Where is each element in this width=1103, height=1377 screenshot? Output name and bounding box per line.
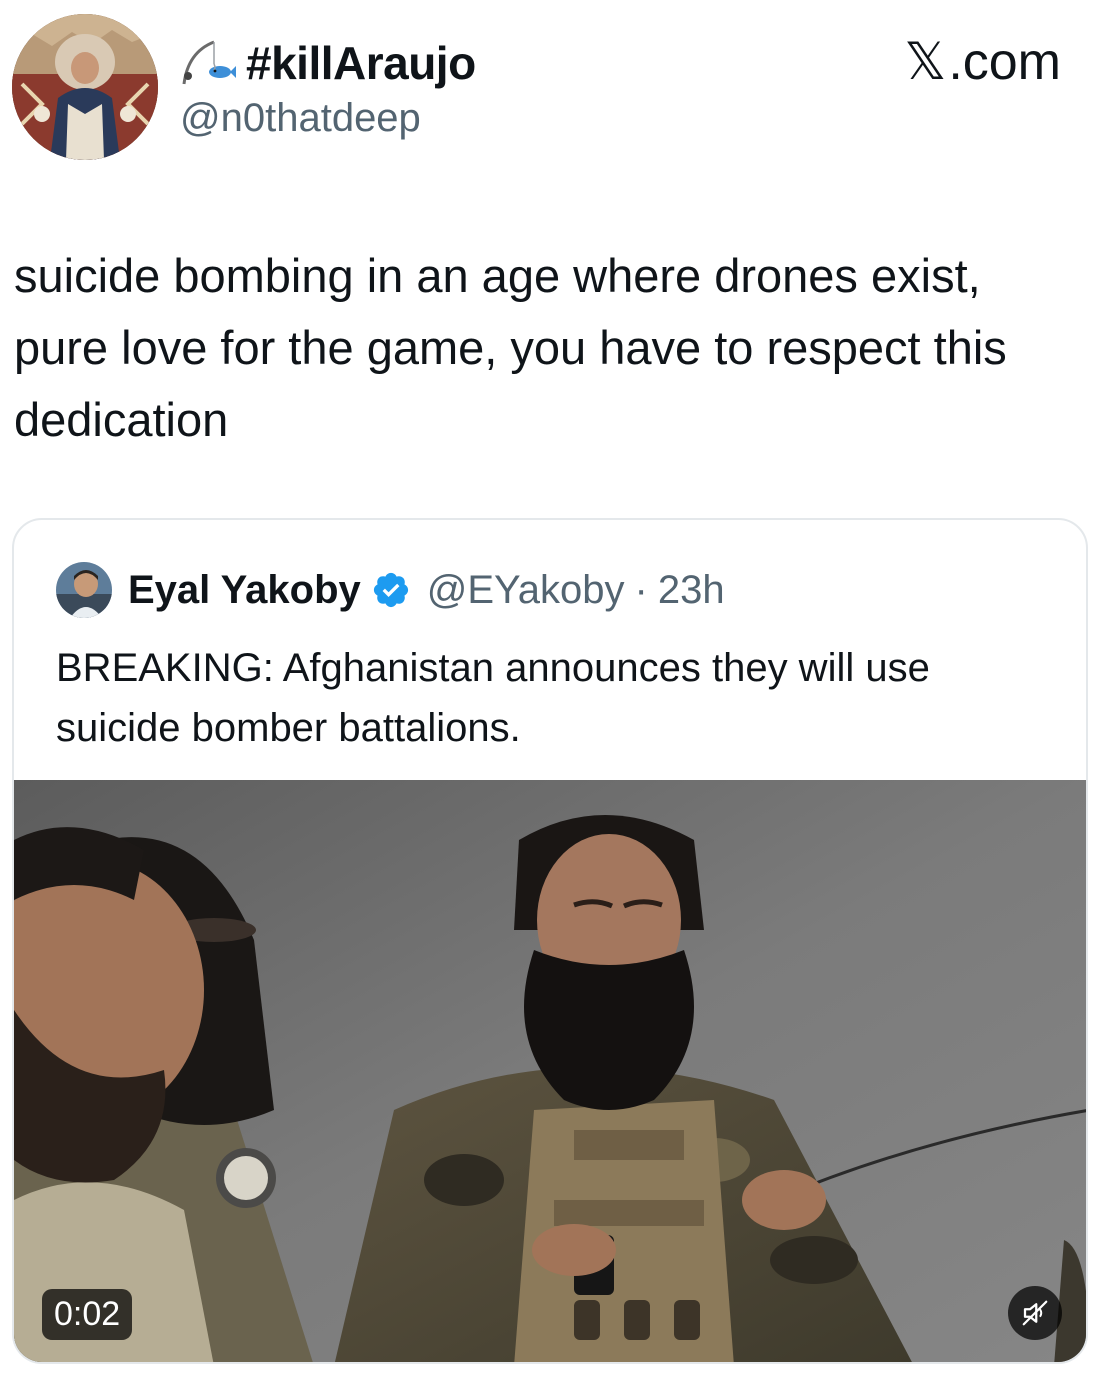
site-label-suffix: .com [948, 33, 1061, 91]
quoted-post-header: Eyal Yakoby @EYakoby · 23h [56, 560, 725, 620]
author-handle[interactable]: @n0thatdeep [180, 96, 421, 141]
fishing-pole-fish-icon [182, 40, 236, 85]
quoted-post-card[interactable]: Eyal Yakoby @EYakoby · 23h BREAKING: Afg… [12, 518, 1088, 1364]
video-thumbnail [14, 780, 1086, 1362]
quoted-post-time[interactable]: 23h [658, 568, 725, 613]
quoted-author-handle[interactable]: @EYakoby [427, 568, 625, 613]
author-name-row[interactable]: #killAraujo [178, 34, 476, 92]
site-label: 𝕏 .com [904, 32, 1061, 92]
mute-toggle-button[interactable] [1008, 1286, 1062, 1340]
post-text: suicide bombing in an age where drones e… [14, 249, 1007, 446]
separator-dot: · [634, 567, 648, 612]
quoted-author-name[interactable]: Eyal Yakoby [128, 568, 361, 613]
quoted-author-avatar[interactable] [56, 562, 112, 618]
verified-badge-icon [373, 572, 408, 608]
author-avatar[interactable] [12, 14, 158, 160]
x-logo-icon: 𝕏 [904, 32, 947, 92]
post-screenshot: #killAraujo @n0thatdeep 𝕏 .com suicide bo… [0, 0, 1103, 1377]
video-duration: 0:02 [42, 1289, 133, 1340]
speaker-muted-icon [1022, 1300, 1048, 1326]
video-player[interactable]: 0:02 [14, 780, 1086, 1362]
author-display-name[interactable]: #killAraujo [246, 36, 476, 90]
quoted-post-text: BREAKING: Afghanistan announces they wil… [56, 646, 930, 750]
